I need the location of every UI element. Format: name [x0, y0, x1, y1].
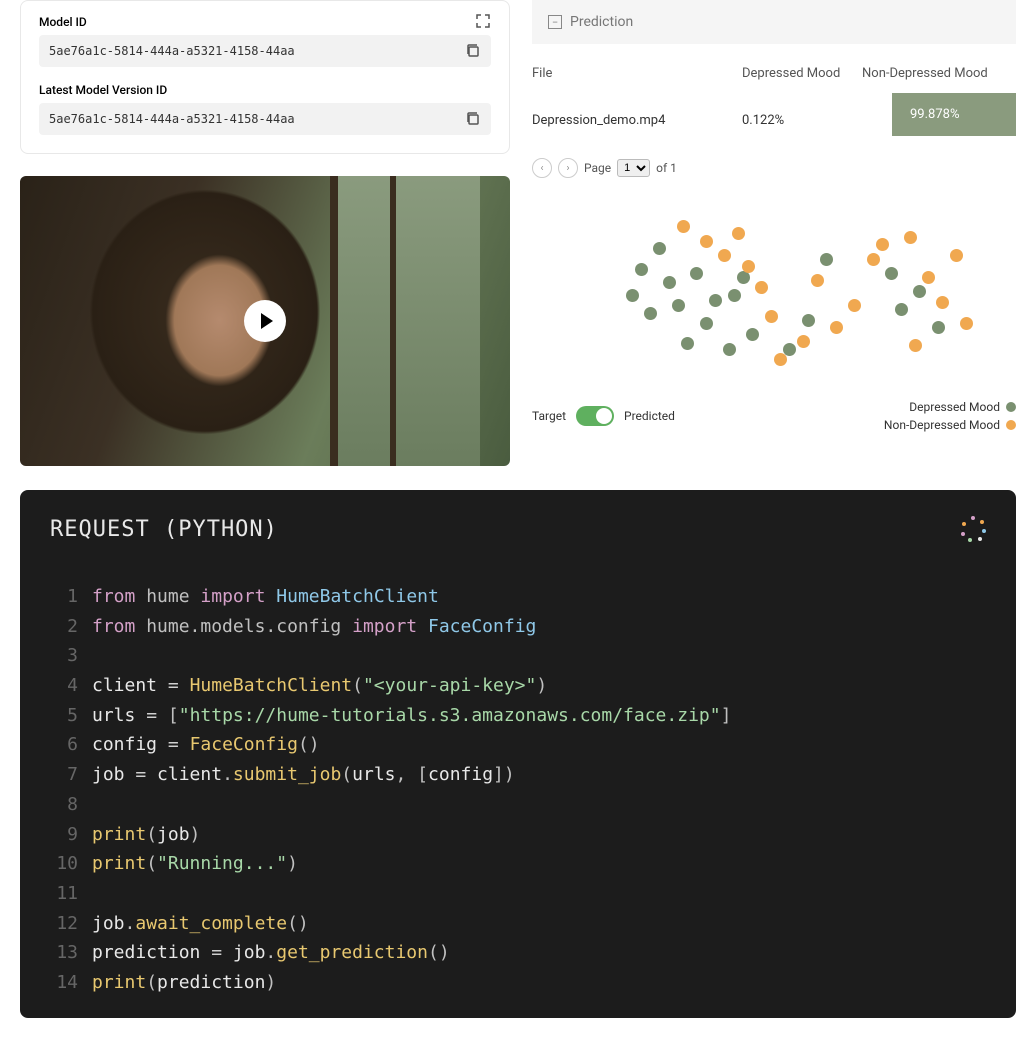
scatter-dot: [913, 285, 926, 298]
prediction-table-header: File Depressed Mood Non-Depressed Mood: [532, 44, 1016, 93]
prediction-title: Prediction: [570, 14, 633, 30]
model-id-label: Model ID: [39, 15, 491, 29]
scatter-dot: [742, 260, 755, 273]
scatter-dot: [820, 253, 833, 266]
version-id-field: 5ae76a1c-5814-444a-a5321-4158-44aa: [39, 103, 491, 135]
scatter-dot: [904, 231, 917, 244]
scatter-dot: [802, 314, 815, 327]
code-line: 11: [50, 879, 986, 909]
code-lines: 1from hume import HumeBatchClient2from h…: [50, 582, 986, 998]
cell-file: Depression_demo.mp4: [532, 101, 742, 128]
scatter-dot: [895, 303, 908, 316]
code-line: 12job.await_complete(): [50, 909, 986, 939]
scatter-dot: [672, 299, 685, 312]
scatter-dot: [723, 343, 736, 356]
scatter-dot: [797, 335, 810, 348]
scatter-dot: [690, 267, 703, 280]
code-line: 7job = client.submit_job(urls, [config]): [50, 760, 986, 790]
prev-page-button[interactable]: ‹: [532, 158, 552, 178]
code-line: 10print("Running..."): [50, 849, 986, 879]
scatter-dot: [876, 238, 889, 251]
scatter-dot: [922, 271, 935, 284]
page-total: of 1: [656, 161, 677, 175]
code-line: 3: [50, 641, 986, 671]
scatter-dot: [848, 299, 861, 312]
scatter-dot: [635, 263, 648, 276]
scatter-dot: [936, 296, 949, 309]
code-line: 14print(prediction): [50, 968, 986, 998]
scatter-dot: [960, 317, 973, 330]
code-line: 13prediction = job.get_prediction(): [50, 938, 986, 968]
page-select[interactable]: 1: [617, 159, 650, 177]
version-id-label: Latest Model Version ID: [39, 83, 491, 97]
scatter-dot: [932, 321, 945, 334]
scatter-dot: [677, 220, 690, 233]
col-header-file: File: [532, 66, 742, 81]
play-button[interactable]: [244, 300, 286, 342]
scatter-dot: [830, 321, 843, 334]
target-label: Target: [532, 409, 566, 423]
copy-icon[interactable]: [465, 43, 481, 59]
cell-depressed: 0.122%: [742, 101, 792, 128]
code-line: 2from hume.models.config import FaceConf…: [50, 612, 986, 642]
legend-dot-green: [1006, 402, 1016, 412]
prediction-header[interactable]: − Prediction: [532, 0, 1016, 44]
scatter-dot: [732, 227, 745, 240]
prediction-row: Depression_demo.mp4 0.122% 99.878%: [532, 93, 1016, 136]
video-thumbnail[interactable]: [20, 176, 510, 466]
scatter-plot: [532, 190, 1016, 390]
scatter-dot: [774, 353, 787, 366]
play-icon: [261, 313, 273, 329]
scatter-dot: [644, 307, 657, 320]
scatter-dot: [811, 274, 824, 287]
cell-nondepressed-bar: 99.878%: [892, 93, 1016, 136]
legend-nondepressed-label: Non-Depressed Mood: [884, 416, 1000, 434]
scatter-dot: [709, 294, 722, 307]
legend-depressed-label: Depressed Mood: [909, 398, 1000, 416]
model-id-value: 5ae76a1c-5814-444a-a5321-4158-44aa: [49, 44, 465, 58]
scatter-dot: [653, 242, 666, 255]
loading-spinner-icon: [960, 516, 986, 542]
scatter-dot: [746, 328, 759, 341]
scatter-dot: [700, 235, 713, 248]
scatter-dot: [681, 337, 694, 350]
scatter-dot: [626, 289, 639, 302]
scatter-dot: [909, 339, 922, 352]
expand-icon[interactable]: [475, 13, 491, 33]
scatter-dot: [783, 343, 796, 356]
code-line: 8: [50, 790, 986, 820]
code-title: REQUEST (PYTHON): [50, 517, 278, 542]
col-header-nondepressed: Non-Depressed Mood: [852, 66, 1016, 81]
scatter-dot: [885, 267, 898, 280]
code-request-block: REQUEST (PYTHON) 1from hume import HumeB…: [20, 490, 1016, 1018]
col-header-depressed: Depressed Mood: [742, 66, 852, 81]
scatter-dot: [718, 249, 731, 262]
target-predicted-toggle[interactable]: [576, 406, 614, 426]
code-line: 1from hume import HumeBatchClient: [50, 582, 986, 612]
version-id-value: 5ae76a1c-5814-444a-a5321-4158-44aa: [49, 112, 465, 126]
collapse-icon[interactable]: −: [548, 15, 562, 29]
scatter-dot: [765, 310, 778, 323]
scatter-dot: [700, 317, 713, 330]
code-line: 9print(job): [50, 820, 986, 850]
model-info-card: Model ID 5ae76a1c-5814-444a-a5321-4158-4…: [20, 0, 510, 154]
scatter-legend: Depressed Mood Non-Depressed Mood: [884, 398, 1016, 434]
code-line: 6config = FaceConfig(): [50, 730, 986, 760]
scatter-dot: [867, 253, 880, 266]
pagination: ‹ › Page 1 of 1: [532, 158, 1016, 178]
scatter-dot: [663, 276, 676, 289]
copy-icon[interactable]: [465, 111, 481, 127]
predicted-label: Predicted: [624, 409, 675, 423]
scatter-dot: [755, 281, 768, 294]
code-line: 4client = HumeBatchClient("<your-api-key…: [50, 671, 986, 701]
next-page-button[interactable]: ›: [558, 158, 578, 178]
page-label: Page: [584, 161, 611, 175]
model-id-field: 5ae76a1c-5814-444a-a5321-4158-44aa: [39, 35, 491, 67]
legend-dot-orange: [1006, 420, 1016, 430]
code-line: 5urls = ["https://hume-tutorials.s3.amaz…: [50, 701, 986, 731]
scatter-dot: [728, 289, 741, 302]
scatter-dot: [950, 249, 963, 262]
